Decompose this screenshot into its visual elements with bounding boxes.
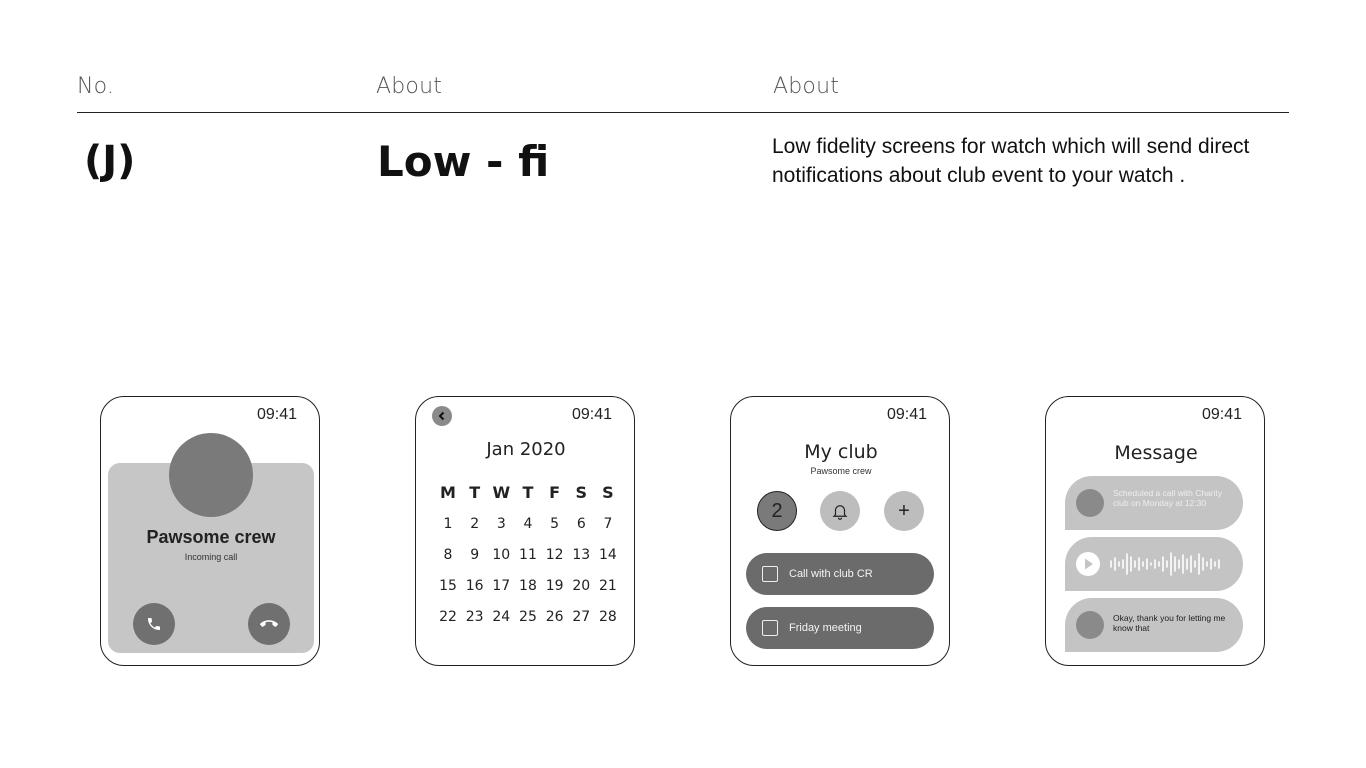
calendar-week: 22 23 24 25 26 27 28 (436, 609, 620, 625)
task-checkbox[interactable] (762, 566, 778, 582)
watch-message: 09:41 Message Scheduled a call with Char… (1045, 396, 1265, 666)
calendar-week: 8 9 10 11 12 13 14 (436, 547, 620, 563)
calendar-day[interactable]: 18 (516, 578, 540, 594)
calendar-day[interactable]: 8 (436, 547, 460, 563)
calendar-day[interactable]: 23 (463, 609, 487, 625)
task-label: Friday meeting (789, 622, 862, 634)
calendar-day[interactable]: 21 (596, 578, 620, 594)
sender-avatar (1076, 611, 1104, 639)
message-bubble[interactable]: Scheduled a call with Charity club on Mo… (1065, 476, 1243, 530)
section-title: Low - fi (377, 137, 550, 186)
play-icon[interactable] (1074, 550, 1102, 578)
column-header-number: No. (77, 74, 115, 99)
calendar-day[interactable]: 6 (569, 516, 593, 532)
caller-avatar (169, 433, 253, 517)
hang-up-icon (260, 620, 278, 627)
calendar-day[interactable]: 24 (489, 609, 513, 625)
column-header-about-2: About (773, 74, 840, 99)
watch-calendar: 09:41 Jan 2020 M T W T F S S 1 2 3 4 5 6… (415, 396, 635, 666)
count-badge-value: 2 (771, 499, 783, 522)
header-divider (77, 112, 1289, 113)
chevron-left-icon (438, 411, 445, 421)
voice-message-bubble[interactable] (1065, 537, 1243, 591)
weekday-label: S (575, 483, 588, 502)
screen-title: My club (804, 441, 878, 463)
calendar-day[interactable]: 15 (436, 578, 460, 594)
calendar-day[interactable]: 10 (489, 547, 513, 563)
calendar-day[interactable]: 4 (516, 516, 540, 532)
weekday-label: T (522, 483, 534, 502)
section-number: (J) (84, 138, 136, 184)
calendar-day[interactable]: 14 (596, 547, 620, 563)
calendar-day[interactable]: 11 (516, 547, 540, 563)
notifications-button[interactable] (820, 491, 860, 531)
weekday-label: W (492, 483, 511, 502)
calendar-grid: M T W T F S S 1 2 3 4 5 6 7 8 9 10 11 12… (436, 483, 620, 625)
count-badge-button[interactable]: 2 (757, 491, 797, 531)
calendar-day[interactable]: 27 (569, 609, 593, 625)
decline-call-button[interactable] (248, 603, 290, 645)
task-item[interactable]: Call with club CR (746, 553, 934, 595)
plus-icon: + (898, 499, 910, 522)
watch-incoming-call: 09:41 Pawsome crew Incoming call (100, 396, 320, 666)
calendar-day[interactable]: 9 (463, 547, 487, 563)
calendar-day[interactable]: 17 (489, 578, 513, 594)
task-checkbox[interactable] (762, 620, 778, 636)
weekday-label: M (440, 483, 456, 502)
weekday-header: M T W T F S S (436, 483, 620, 502)
column-header-about: About (376, 74, 443, 99)
bell-icon (832, 505, 848, 520)
message-text: Scheduled a call with Charity club on Mo… (1113, 488, 1223, 508)
clock-time: 09:41 (256, 406, 297, 423)
calendar-day[interactable]: 1 (436, 516, 460, 532)
accept-call-button[interactable] (133, 603, 175, 645)
clock-time: 09:41 (1201, 406, 1242, 423)
phone-icon (148, 618, 160, 630)
back-button[interactable] (432, 406, 452, 426)
clock-time: 09:41 (886, 406, 927, 423)
calendar-day[interactable]: 5 (543, 516, 567, 532)
calendar-day[interactable]: 28 (596, 609, 620, 625)
calendar-day[interactable]: 22 (436, 609, 460, 625)
message-bubble[interactable]: Okay, thank you for letting me know that (1065, 598, 1243, 652)
calendar-day[interactable]: 13 (569, 547, 593, 563)
weekday-label: F (549, 483, 561, 502)
calendar-week: 1 2 3 4 5 6 7 (436, 516, 620, 532)
call-status: Incoming call (184, 552, 238, 562)
task-item[interactable]: Friday meeting (746, 607, 934, 649)
watch-my-club: 09:41 My club Pawsome crew 2 + Call with… (730, 396, 950, 666)
section-description: Low fidelity screens for watch which wil… (772, 135, 1250, 187)
caller-name: Pawsome crew (146, 527, 276, 547)
calendar-month: Jan 2020 (486, 439, 566, 460)
calendar-day[interactable]: 19 (543, 578, 567, 594)
waveform-icon (1110, 552, 1220, 576)
calendar-week: 15 16 17 18 19 20 21 (436, 578, 620, 594)
calendar-day[interactable]: 26 (543, 609, 567, 625)
calendar-day[interactable]: 7 (596, 516, 620, 532)
sender-avatar (1076, 489, 1104, 517)
message-text: Okay, thank you for letting me know that (1113, 613, 1226, 633)
club-name: Pawsome crew (810, 466, 872, 476)
screen-title: Message (1114, 442, 1198, 464)
calendar-day[interactable]: 2 (463, 516, 487, 532)
weekday-label: T (469, 483, 481, 502)
calendar-day[interactable]: 25 (516, 609, 540, 625)
calendar-day[interactable]: 3 (489, 516, 513, 532)
calendar-day[interactable]: 12 (543, 547, 567, 563)
calendar-day[interactable]: 16 (463, 578, 487, 594)
task-label: Call with club CR (789, 568, 873, 580)
calendar-day[interactable]: 20 (569, 578, 593, 594)
weekday-label: S (602, 483, 614, 502)
clock-time: 09:41 (571, 406, 612, 423)
add-button[interactable]: + (884, 491, 924, 531)
